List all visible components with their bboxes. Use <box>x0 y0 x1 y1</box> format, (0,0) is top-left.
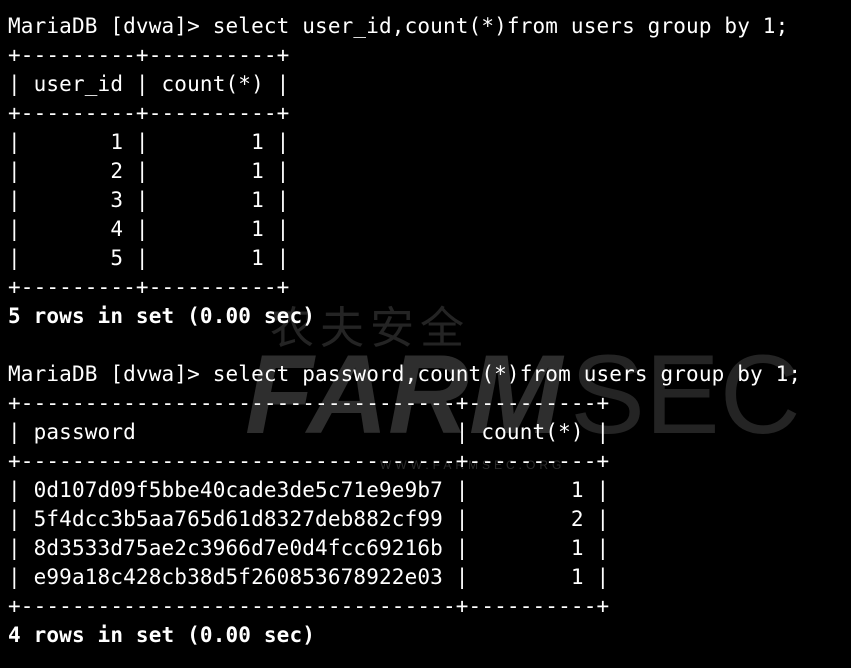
table-header: | user_id | count(*) | <box>8 72 290 96</box>
sql-prompt-1: MariaDB [dvwa]> select user_id,count(*)f… <box>8 14 789 38</box>
table-border-top: +----------------------------------+----… <box>8 391 610 415</box>
table-border-top: +---------+----------+ <box>8 43 290 67</box>
table-header: | password | count(*) | <box>8 420 610 444</box>
terminal-window[interactable]: MariaDB [dvwa]> select user_id,count(*)f… <box>8 12 851 650</box>
table-border-bottom: +----------------------------------+----… <box>8 594 610 618</box>
table-border-bottom: +---------+----------+ <box>8 275 290 299</box>
table-row: | 0d107d09f5bbe40cade3de5c71e9e9b7 | 1 | <box>8 478 610 502</box>
table-row: | 5f4dcc3b5aa765d61d8327deb882cf99 | 2 | <box>8 507 610 531</box>
table-row: | e99a18c428cb38d5f260853678922e03 | 1 | <box>8 565 610 589</box>
result-summary-1: 5 rows in set (0.00 sec) <box>8 304 316 328</box>
table-row: | 4 | 1 | <box>8 217 290 241</box>
result-summary-2: 4 rows in set (0.00 sec) <box>8 623 316 647</box>
table-row: | 1 | 1 | <box>8 130 290 154</box>
table-row: | 2 | 1 | <box>8 159 290 183</box>
table-row: | 3 | 1 | <box>8 188 290 212</box>
sql-prompt-2: MariaDB [dvwa]> select password,count(*)… <box>8 362 802 386</box>
table-row: | 8d3533d75ae2c3966d7e0d4fcc69216b | 1 | <box>8 536 610 560</box>
table-border-header: +---------+----------+ <box>8 101 290 125</box>
table-row: | 5 | 1 | <box>8 246 290 270</box>
table-border-header: +----------------------------------+----… <box>8 449 610 473</box>
